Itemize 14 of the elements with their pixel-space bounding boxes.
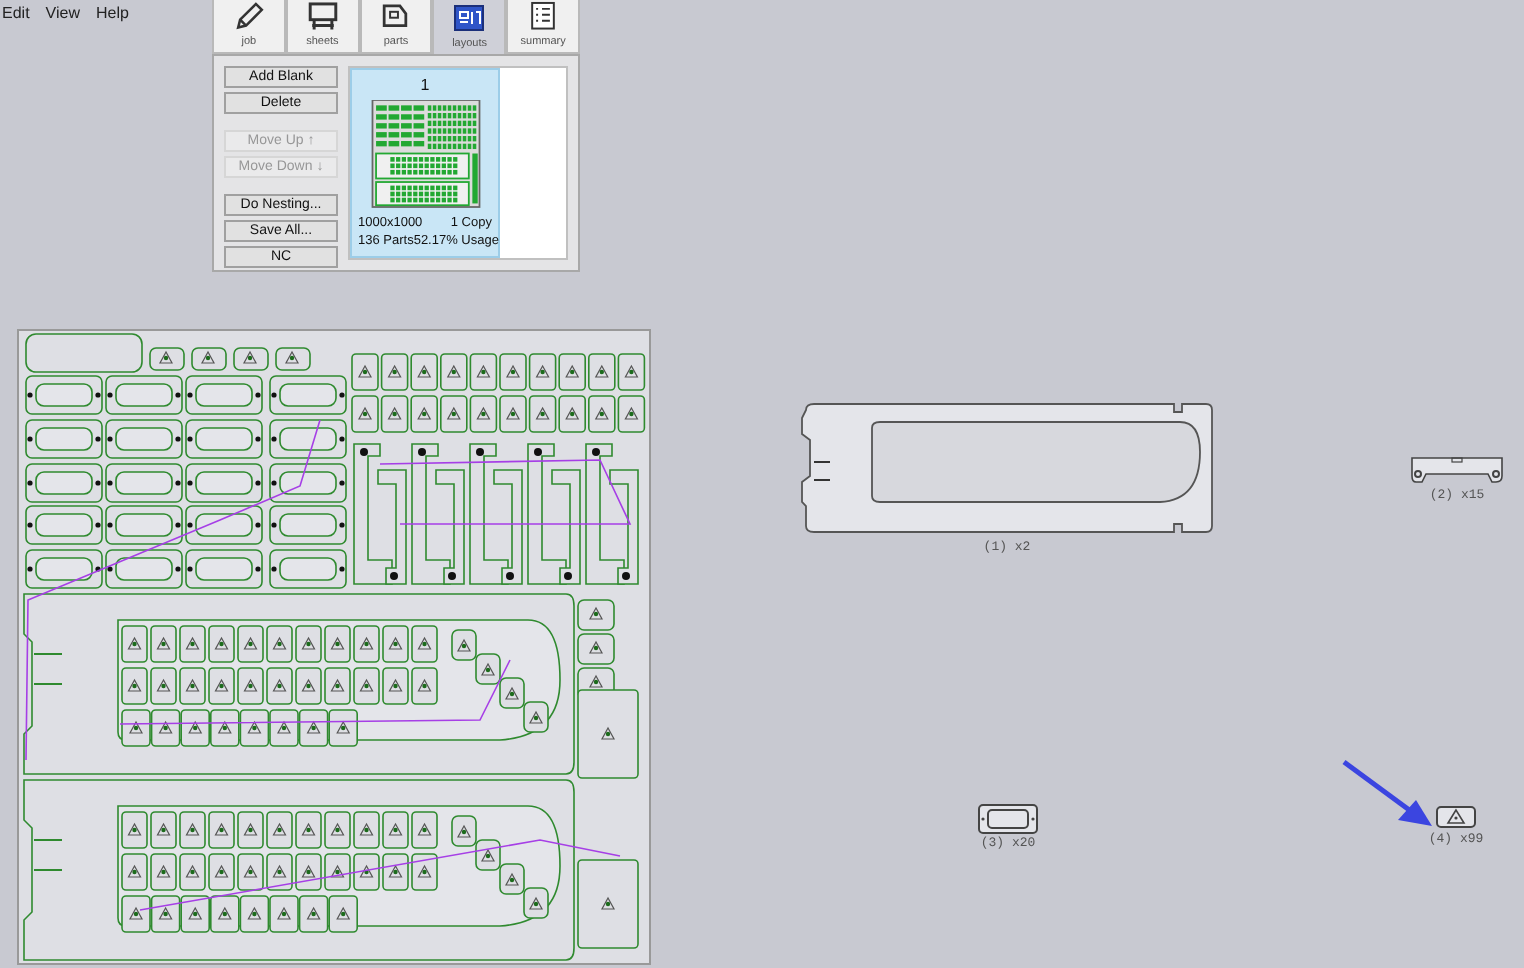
menu-item[interactable]: Help xyxy=(96,2,129,26)
menu-item[interactable]: View xyxy=(45,2,80,26)
part-shape-drawing[interactable] xyxy=(1410,454,1504,484)
part-shape-drawing[interactable] xyxy=(800,402,1214,538)
layout-icon xyxy=(452,1,487,34)
arrow-icon xyxy=(1342,760,1432,826)
table-icon xyxy=(305,0,340,32)
layout-number: 1 xyxy=(418,74,432,98)
part-shape-drawing[interactable] xyxy=(1436,806,1476,828)
menu-item[interactable]: Edit xyxy=(2,2,30,26)
part-shape-drawing[interactable] xyxy=(978,804,1038,834)
list-icon xyxy=(526,0,561,32)
part-icon xyxy=(378,0,413,32)
pencil-icon xyxy=(231,0,266,32)
